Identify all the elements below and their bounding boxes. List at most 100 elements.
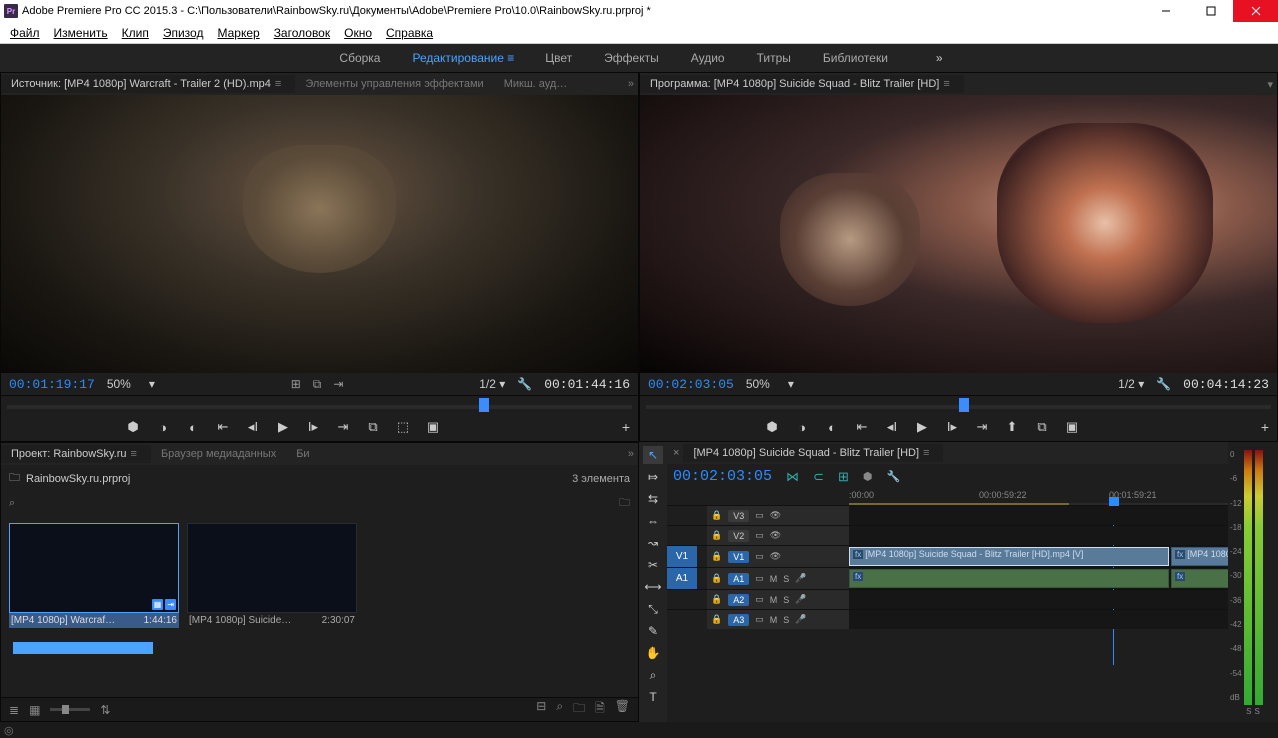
step-back-icon[interactable]: ◂I [884,419,900,435]
settings-icon[interactable]: ⊞ [291,377,301,391]
media-browser-tab[interactable]: Браузер медиаданных [151,445,286,463]
tab-close-icon[interactable]: × [673,447,679,459]
program-current-tc[interactable]: 00:02:03:05 [648,377,734,392]
auto-sequence-icon[interactable]: ⊟ [536,699,546,720]
trash-icon[interactable]: 🗑 [615,699,630,720]
search-icon[interactable]: ⌕ [9,497,15,510]
track-patch[interactable] [667,590,697,609]
menu-window[interactable]: Окно [338,24,378,42]
play-icon[interactable]: ▶ [275,419,291,435]
workspace-overflow[interactable]: » [936,51,943,65]
menu-title[interactable]: Заголовок [268,24,336,42]
workspace-libraries[interactable]: Библиотеки [819,47,892,69]
zoom-tool-icon[interactable]: ⌕ [643,666,663,684]
close-button[interactable] [1233,0,1278,22]
filter-bin-icon[interactable]: 🗀 [619,494,630,513]
maximize-button[interactable] [1188,0,1233,22]
go-in-icon[interactable]: ⇤ [215,419,231,435]
track-patch[interactable] [667,610,697,629]
hand-tool-icon[interactable]: ✋ [643,644,663,662]
track-lane[interactable]: fx[MP4 1080p] Suicide Squad - Blitz Trai… [849,546,1228,567]
panel-overflow-icon[interactable]: » [628,78,634,90]
pen-tool-icon[interactable]: ✎ [643,622,663,640]
razor-tool-icon[interactable]: ✂ [643,556,663,574]
effect-controls-tab[interactable]: Элементы управления эффектами [295,75,493,93]
source-preview[interactable] [1,95,638,373]
list-view-icon[interactable]: ≣ [9,703,19,717]
marker-icon[interactable]: ⬢ [764,419,780,435]
workspace-assembly[interactable]: Сборка [335,47,384,69]
sequence-tab[interactable]: [MP4 1080p] Suicide Squad - Blitz Traile… [683,444,943,462]
step-fwd-icon[interactable]: I▸ [305,419,321,435]
lift-icon[interactable]: ⬆ [1004,419,1020,435]
workspace-effects[interactable]: Эффекты [600,47,663,69]
workspace-audio[interactable]: Аудио [687,47,729,69]
lock-icon[interactable]: 🔒 [711,573,722,584]
lock-icon[interactable]: 🔒 [711,551,722,562]
lock-icon[interactable]: 🔒 [711,510,722,521]
linked-selection-icon[interactable]: ⊂ [813,469,824,485]
lock-icon[interactable]: 🔒 [711,594,722,605]
button-editor-icon[interactable]: + [1261,419,1269,435]
project-item[interactable]: [MP4 1080p] Suicide…2:30:07 [187,523,357,628]
program-zoom-select[interactable]: 50%▾ [746,377,794,391]
menu-clip[interactable]: Клип [116,24,155,42]
step-back-icon[interactable]: ◂I [245,419,261,435]
panel-menu-icon[interactable]: ▾ [1267,78,1273,91]
source-zoom-select[interactable]: 50%▾ [107,377,155,391]
track-patch[interactable] [667,506,697,525]
track-patch[interactable]: V1 [667,546,697,567]
timeline-clip[interactable]: fx[MP4 1080p] Suicide Squad - Blitz Trai… [849,547,1169,566]
sort-icon[interactable]: ⇅ [100,703,110,717]
panel-overflow-icon[interactable]: » [628,448,634,460]
workspace-titles[interactable]: Титры [753,47,795,69]
track-header[interactable]: 🔒V2▭👁 [707,526,849,545]
program-tab[interactable]: Программа: [MP4 1080p] Suicide Squad - B… [640,75,964,93]
source-tab[interactable]: Источник: [MP4 1080p] Warcraft - Trailer… [1,75,295,93]
timeline-ruler[interactable]: :00:00 00:00:59:22 00:01:59:21 00:02:59:… [849,489,1228,505]
workspace-color[interactable]: Цвет [541,47,576,69]
track-lane[interactable] [849,610,1228,629]
menu-marker[interactable]: Маркер [211,24,265,42]
type-tool-icon[interactable]: T [643,688,663,706]
new-item-icon[interactable]: 🗎 [595,699,605,720]
solo-right[interactable]: S [1255,707,1260,716]
add-marker-icon[interactable]: ⊞ [838,469,849,485]
clip-thumbnail[interactable] [187,523,357,613]
program-resolution-select[interactable]: 1/2 ▾ [1118,377,1144,391]
track-header[interactable]: 🔒V1▭👁 [707,546,849,567]
snap-icon[interactable]: ⋈ [786,469,799,485]
thumbnail-size-slider[interactable] [50,708,90,711]
source-ruler[interactable] [1,395,638,413]
wrench-icon[interactable]: 🔧 [517,377,532,391]
program-ruler[interactable] [640,395,1277,413]
project-tab[interactable]: Проект: RainbowSky.ru≡ [1,445,151,463]
go-out-icon[interactable]: ⇥ [974,419,990,435]
extract-icon[interactable]: ⧉ [1034,419,1050,435]
rolling-tool-icon[interactable]: ⇔ [643,512,663,530]
solo-left[interactable]: S [1246,707,1251,716]
overwrite-icon[interactable]: ⬚ [395,419,411,435]
menu-edit[interactable]: Изменить [48,24,114,42]
out-point-icon[interactable]: ◐ [824,420,840,435]
export-frame-icon[interactable]: ▣ [425,419,441,435]
out-point-icon[interactable]: ◐ [185,420,201,435]
program-preview[interactable] [640,95,1277,373]
closed-caption-icon[interactable]: ⧉ [313,377,322,392]
ripple-tool-icon[interactable]: ⇆ [643,490,663,508]
export-frame-icon[interactable]: ▣ [1064,419,1080,435]
track-header[interactable]: 🔒V3▭👁 [707,506,849,525]
lock-icon[interactable]: 🔒 [711,530,722,541]
timeline-settings-icon[interactable]: 🔧 [886,470,900,483]
track-header[interactable]: 🔒A2▭MS🎤 [707,590,849,609]
go-out-icon[interactable]: ⇥ [335,419,351,435]
in-point-icon[interactable]: ◑ [794,420,810,435]
clip-thumbnail[interactable]: ▦⇥ [9,523,179,613]
marker-icon[interactable]: ⬢ [863,470,873,483]
icon-view-icon[interactable]: ▦ [29,703,40,717]
audio-mixer-tab[interactable]: Микш. ауд… [494,75,578,93]
insert-icon[interactable]: ⧉ [365,419,381,435]
track-patch[interactable]: A1 [667,568,697,589]
menu-file[interactable]: Файл [4,24,46,42]
source-current-tc[interactable]: 00:01:19:17 [9,377,95,392]
